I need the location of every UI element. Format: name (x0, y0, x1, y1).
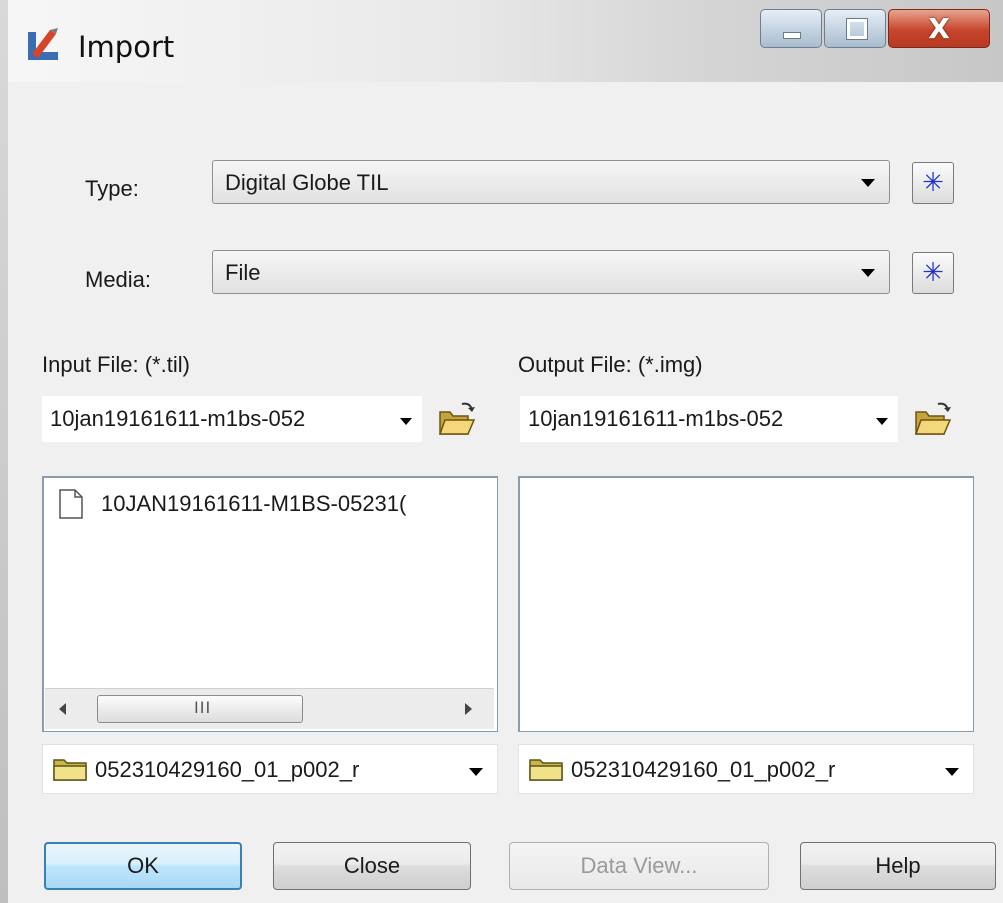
type-new-button[interactable]: ✳ (912, 162, 954, 204)
folder-icon (53, 759, 87, 781)
document-icon (59, 489, 83, 519)
type-value: Digital Globe TIL (225, 170, 389, 195)
input-directory-value: 052310429160_01_p002_r (95, 757, 360, 782)
chevron-down-icon (876, 418, 888, 425)
chevron-down-icon (861, 269, 875, 277)
chevron-down-icon (400, 418, 412, 425)
chevron-down-icon (861, 179, 875, 187)
type-label: Type: (85, 176, 139, 201)
media-label: Media: (85, 267, 152, 292)
list-item-label: 10JAN19161611-M1BS-05231( (101, 491, 407, 516)
scroll-thumb[interactable]: III (97, 695, 303, 723)
data-view-button[interactable]: Data View... (509, 842, 769, 890)
minimize-icon (783, 32, 801, 39)
window-title: Import (78, 30, 175, 64)
input-file-label: Input File: (*.til) (42, 352, 190, 377)
window-frame-left (0, 0, 8, 903)
horizontal-scrollbar[interactable]: III (45, 688, 494, 729)
asterisk-icon: ✳ (922, 168, 944, 198)
output-filename-combo[interactable]: 10jan19161611-m1bs-052 (520, 396, 898, 442)
asterisk-icon: ✳ (922, 258, 944, 288)
folder-icon (529, 759, 563, 781)
type-dropdown[interactable]: Digital Globe TIL (212, 160, 890, 204)
maximize-button[interactable] (824, 9, 886, 48)
input-filename-combo[interactable]: 10jan19161611-m1bs-052 (42, 396, 422, 442)
minimize-button[interactable] (760, 9, 822, 48)
open-folder-icon[interactable] (436, 400, 478, 440)
import-dialog: Import X Type: Digital Globe TIL ✳ Media… (0, 0, 1003, 903)
output-file-list[interactable] (518, 476, 974, 732)
import-app-icon (28, 28, 58, 60)
maximize-icon (846, 18, 868, 40)
output-directory-combo[interactable]: 052310429160_01_p002_r (518, 744, 974, 794)
dialog-body: Type: Digital Globe TIL ✳ Media: File ✳ … (8, 82, 1003, 903)
close-window-button[interactable]: X (888, 9, 990, 48)
scroll-right-icon[interactable] (465, 703, 472, 715)
media-new-button[interactable]: ✳ (912, 252, 954, 294)
close-icon: X (928, 12, 950, 45)
help-button[interactable]: Help (800, 842, 996, 890)
chevron-down-icon (945, 768, 959, 776)
ok-button[interactable]: OK (44, 842, 242, 890)
input-directory-combo[interactable]: 052310429160_01_p002_r (42, 744, 498, 794)
scroll-left-icon[interactable] (59, 703, 66, 715)
scroll-grip: III (194, 698, 212, 717)
input-filename-value: 10jan19161611-m1bs-052 (50, 406, 306, 431)
open-folder-icon[interactable] (912, 400, 954, 440)
close-button[interactable]: Close (273, 842, 471, 890)
output-file-label: Output File: (*.img) (518, 352, 703, 377)
media-dropdown[interactable]: File (212, 250, 890, 294)
output-directory-value: 052310429160_01_p002_r (571, 757, 836, 782)
title-bar[interactable]: Import X (0, 0, 1003, 82)
media-value: File (225, 260, 261, 285)
list-item[interactable]: 10JAN19161611-M1BS-05231( (59, 485, 489, 525)
chevron-down-icon (469, 768, 483, 776)
input-file-list[interactable]: 10JAN19161611-M1BS-05231( III (42, 476, 498, 732)
output-filename-value: 10jan19161611-m1bs-052 (528, 406, 784, 431)
